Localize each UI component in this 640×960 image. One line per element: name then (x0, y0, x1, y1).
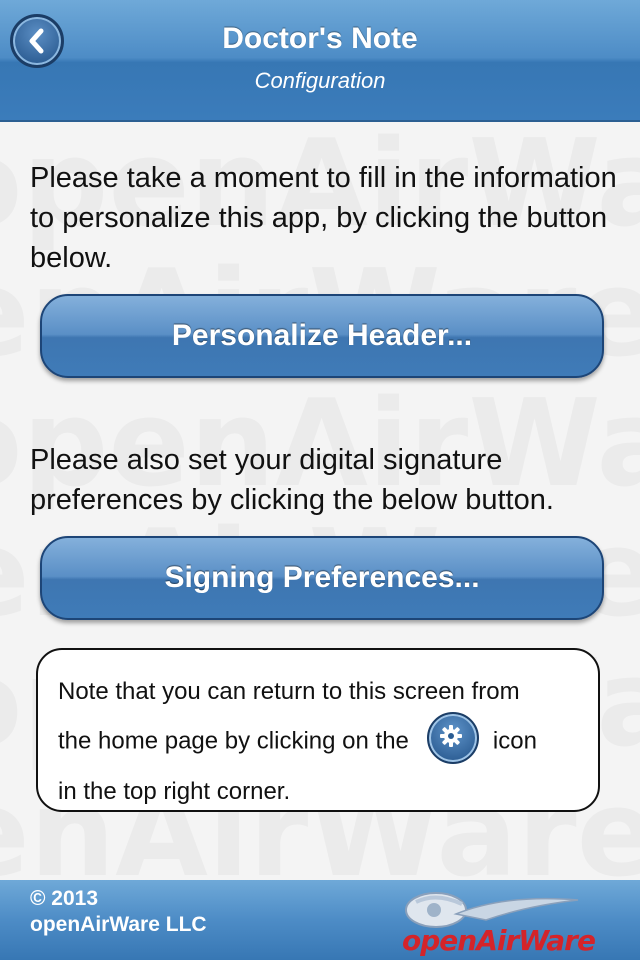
navigation-bar: Doctor's Note Configuration (0, 0, 640, 122)
copyright-company: openAirWare LLC (30, 913, 207, 936)
copyright: © 2013 openAirWare LLC (30, 886, 207, 938)
signing-preferences-button[interactable]: Signing Preferences... (40, 536, 604, 620)
note-line-2-end: icon (492, 727, 537, 755)
intro-text: Please take a moment to fill in the info… (30, 162, 617, 274)
page-title: Doctor's Note (222, 22, 418, 55)
note-line-3: in the top right corner. (58, 778, 291, 805)
note-line-1: Note that you can return to this screen … (58, 678, 520, 705)
company-logo: openAirWare (396, 888, 596, 957)
signature-text: Please also set your digital signature p… (30, 444, 554, 516)
note-line-2: the home page by clicking on the icon (58, 712, 578, 768)
note-line-2-start: the home page by clicking on the (58, 727, 409, 755)
gear-icon (426, 712, 479, 764)
note-box: Note that you can return to this screen … (36, 648, 600, 812)
page-subtitle: Configuration (254, 68, 386, 93)
logo-text: openAirWare (402, 924, 596, 957)
footer-bar: © 2013 openAirWare LLC openAirWare (0, 880, 640, 960)
copyright-year: © 2013 (30, 887, 99, 910)
personalize-header-button[interactable]: Personalize Header... (40, 294, 604, 378)
